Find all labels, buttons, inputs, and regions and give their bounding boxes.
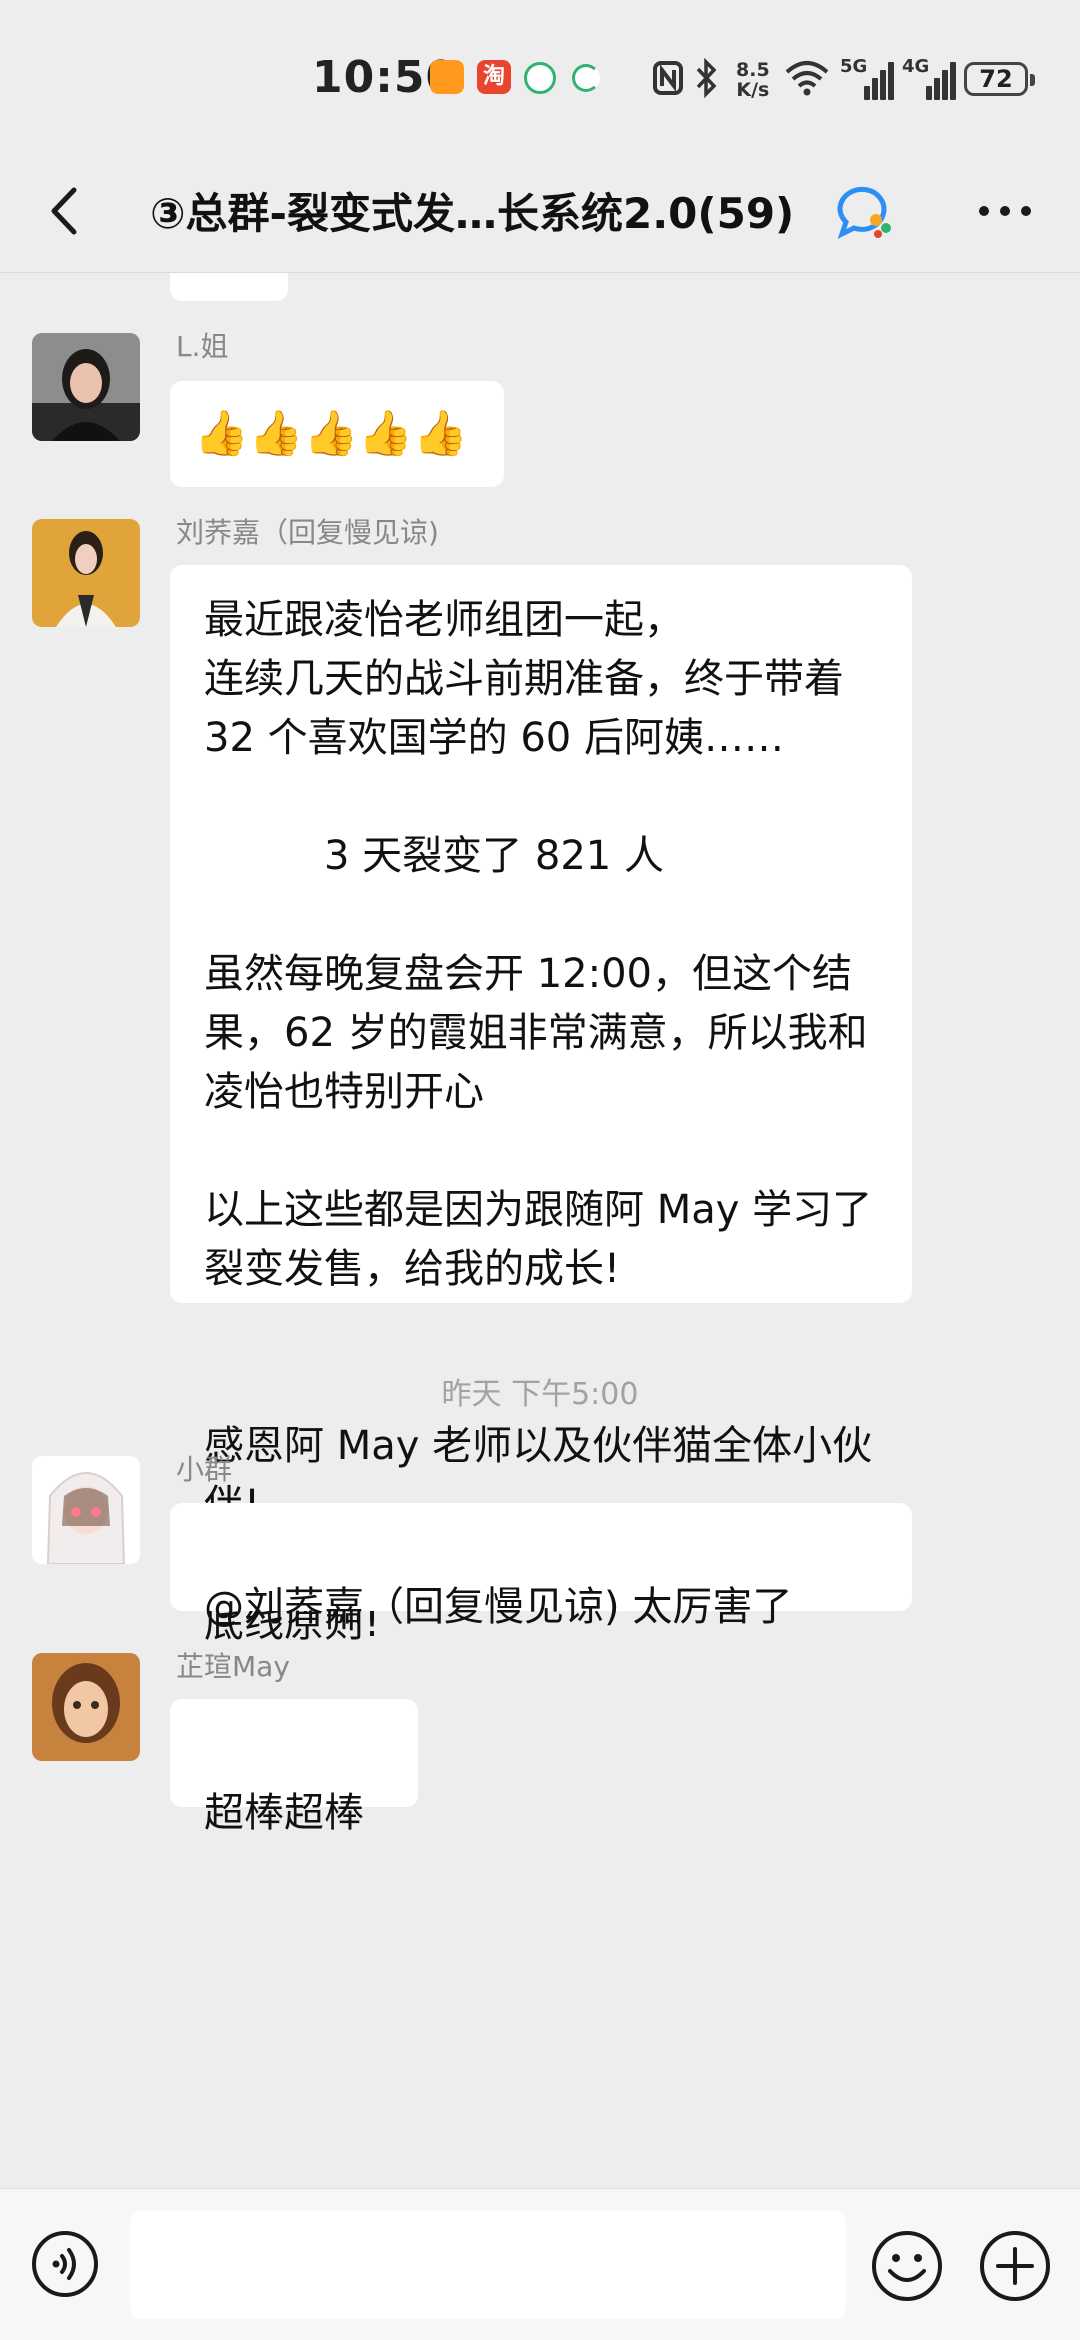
avatar[interactable] [32, 1456, 140, 1564]
plus-button[interactable] [978, 2229, 1052, 2303]
message-input[interactable] [130, 2211, 846, 2319]
message-bubble[interactable]: 👍👍👍👍👍 [170, 381, 504, 487]
message-paragraph: 以上这些都是因为跟随阿 May 学习了裂变发售，给我的成长! [204, 1187, 873, 1292]
message-bubble[interactable]: 超棒超棒 [170, 1699, 418, 1836]
message-paragraph: 虽然每晚复盘会开 12:00，但这个结果，62 岁的霞姐非常满意，所以我和凌怡也… [204, 951, 868, 1115]
signal-4g-icon: 4G [902, 56, 956, 100]
loading-icon [572, 64, 600, 92]
notification-app-icon [524, 62, 556, 94]
signal-5g-icon: 5G [840, 56, 894, 100]
network-speed: 8.5 K/s [736, 60, 770, 100]
message-paragraph: 最近跟凌怡老师组团一起， 连续几天的战斗前期准备，终于带着 32 个喜欢国学的 … [204, 597, 844, 761]
signal-4g-label: 4G [902, 56, 930, 77]
chat-screen: 10:50 淘 8.5 K/s 5G 4G 72 ③总群-裂变式发…长系统2.0… [0, 0, 1080, 2340]
chat-title[interactable]: ③总群-裂变式发…长系统2.0(59) [150, 180, 840, 241]
network-speed-unit: K/s [736, 79, 770, 101]
voice-button[interactable] [30, 2229, 100, 2299]
network-speed-value: 8.5 [736, 59, 770, 81]
message-list[interactable]: L.姐 👍👍👍👍👍 刘荞嘉（回复慢见谅) 最近跟凌怡老师组团一起， 连续几天的战… [0, 273, 1080, 2188]
avatar[interactable] [32, 519, 140, 627]
bluetooth-icon [696, 58, 717, 98]
group-chat-icon [837, 186, 891, 239]
avatar[interactable] [32, 333, 140, 441]
message-bubble-previous[interactable] [170, 273, 288, 301]
input-bar [0, 2188, 1080, 2340]
notification-app-icon [430, 60, 464, 94]
taobao-icon: 淘 [477, 60, 511, 94]
sender-name: 小群 [176, 1453, 233, 1486]
sender-name: 芷瑄May [176, 1650, 290, 1683]
battery-icon: 72 [964, 62, 1035, 96]
back-button[interactable] [36, 178, 96, 244]
sender-name: 刘荞嘉（回复慢见谅) [176, 516, 439, 549]
status-bar: 10:50 淘 8.5 K/s 5G 4G 72 [0, 0, 1080, 150]
wifi-icon [785, 61, 829, 96]
chat-header: ③总群-裂变式发…长系统2.0(59) [0, 150, 1080, 273]
emoji-button[interactable] [870, 2229, 944, 2303]
message-paragraph-highlight: 3 天裂变了 821 人 [324, 833, 664, 879]
message-text: 超棒超棒 [204, 1790, 364, 1836]
message-text: @刘荞嘉（回复慢见谅) 太厉害了 [204, 1584, 793, 1630]
nfc-icon [653, 61, 683, 95]
message-bubble[interactable]: @刘荞嘉（回复慢见谅) 太厉害了 [170, 1503, 912, 1630]
timestamp: 昨天 下午5:00 [441, 1377, 639, 1412]
avatar[interactable] [32, 1653, 140, 1761]
signal-5g-label: 5G [840, 56, 868, 77]
more-button[interactable] [970, 186, 1040, 236]
sender-name: L.姐 [176, 330, 229, 363]
message-text: 👍👍👍👍👍 [194, 408, 468, 459]
message-bubble[interactable]: 最近跟凌怡老师组团一起， 连续几天的战斗前期准备，终于带着 32 个喜欢国学的 … [170, 565, 912, 1646]
